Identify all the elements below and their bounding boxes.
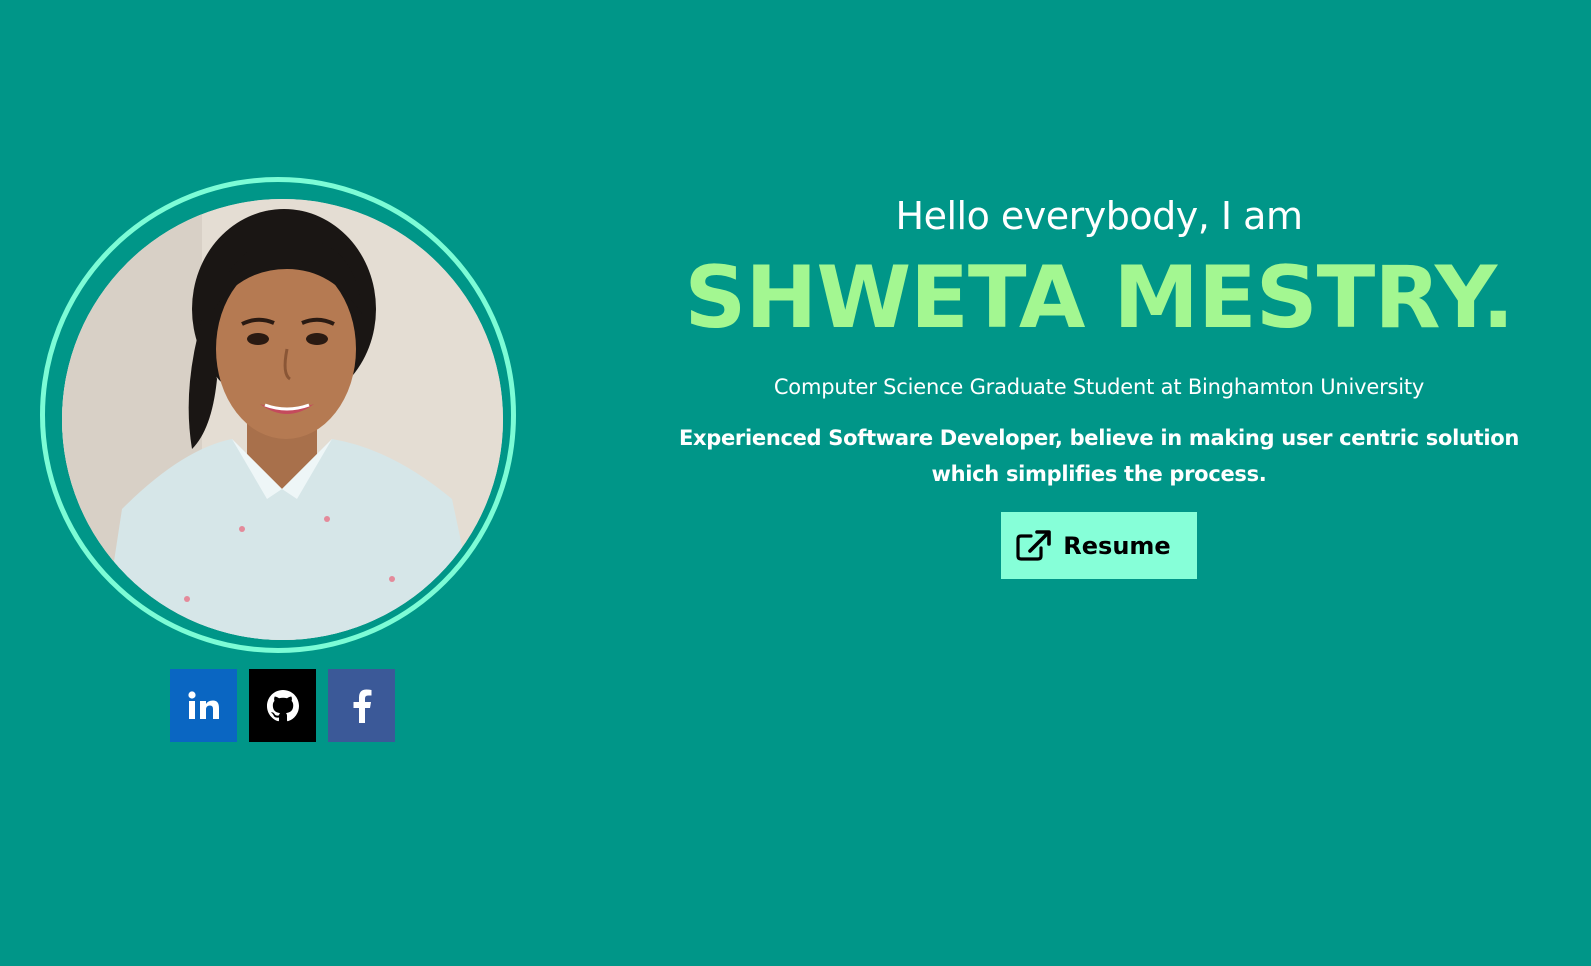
linkedin-button[interactable]: [170, 669, 237, 742]
github-button[interactable]: [249, 669, 316, 742]
linkedin-icon: [187, 690, 219, 719]
facebook-icon: [353, 689, 371, 723]
subtitle-text: Computer Science Graduate Student at Bin…: [773, 375, 1425, 399]
profile-photo: [62, 199, 503, 640]
greeting-text: Hello everybody, I am: [895, 194, 1303, 238]
tagline-text: Experienced Software Developer, believe …: [678, 426, 1520, 486]
name-heading: SHWETA MESTRY.: [684, 248, 1514, 348]
resume-button[interactable]: Resume: [1001, 512, 1197, 579]
hero-section: Hello everybody, I am SHWETA MESTRY. Com…: [0, 0, 1591, 966]
social-links: [170, 669, 395, 742]
external-link-icon: [1016, 529, 1052, 561]
github-icon: [266, 689, 299, 721]
resume-label: Resume: [1063, 531, 1171, 560]
facebook-button[interactable]: [328, 669, 395, 742]
intro-block: Hello everybody, I am SHWETA MESTRY. Com…: [640, 186, 1558, 579]
